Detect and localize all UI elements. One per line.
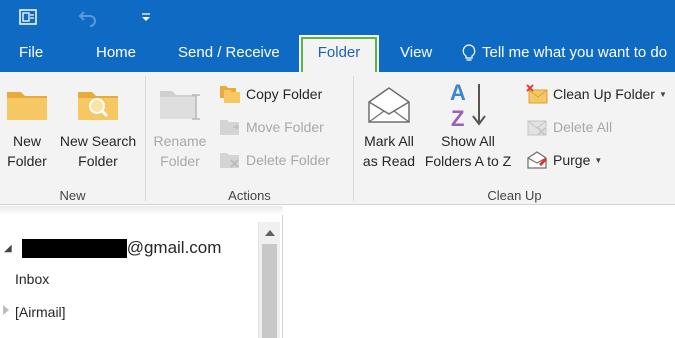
move-folder-icon [219, 116, 241, 138]
search-folder-icon [56, 78, 140, 130]
rename-folder-button[interactable]: Rename Folder [150, 78, 210, 171]
scrollbar-thumb[interactable] [262, 244, 277, 338]
group-label-new: New [59, 188, 86, 203]
show-all-label-2: Folders A to Z [424, 153, 512, 169]
open-envelope-icon [357, 78, 421, 130]
tab-folder[interactable]: Folder [299, 35, 379, 72]
move-folder-button[interactable]: Move Folder [219, 115, 324, 139]
account-header[interactable]: ◢ @gmail.com [4, 236, 221, 260]
active-tab-highlight [301, 37, 377, 72]
copy-folder-button[interactable]: Copy Folder [219, 82, 322, 106]
delete-folder-button[interactable]: Delete Folder [219, 148, 330, 172]
group-separator [353, 76, 354, 201]
undo-icon[interactable] [74, 0, 102, 33]
tab-file[interactable]: File [19, 33, 43, 72]
tab-view[interactable]: View [400, 33, 432, 72]
new-folder-button[interactable]: New Folder [2, 78, 52, 171]
rename-folder-icon [150, 78, 210, 130]
new-search-folder-label-1: New Search [59, 133, 137, 149]
new-search-folder-label-2: Folder [78, 153, 118, 169]
svg-text:Z: Z [451, 106, 464, 130]
move-folder-label: Move Folder [246, 119, 324, 135]
folder-pane-divider [0, 206, 283, 215]
copy-folder-icon [219, 83, 241, 105]
rename-folder-label-2: Folder [160, 153, 200, 169]
tab-home[interactable]: Home [96, 33, 136, 72]
title-bar [0, 0, 675, 33]
expand-triangle-icon[interactable] [3, 305, 9, 315]
folder-pane-scrollbar[interactable] [258, 222, 280, 338]
show-all-label-1: Show All [441, 133, 495, 149]
folder-item-inbox[interactable]: Inbox [15, 268, 49, 290]
clean-up-icon [526, 83, 548, 105]
purge-button[interactable]: Purge ▼ [526, 148, 602, 172]
ribbon: New Folder New Search Folder New Rename … [0, 72, 675, 205]
account-domain: @gmail.com [126, 238, 222, 257]
delete-all-label: Delete All [553, 119, 613, 135]
delete-all-icon [526, 116, 548, 138]
delete-folder-label: Delete Folder [246, 152, 331, 168]
show-all-folders-a-to-z-button[interactable]: A Z Show All Folders A to Z [420, 78, 516, 171]
scroll-up-arrow-icon[interactable] [259, 222, 280, 242]
new-folder-label-1: New [12, 133, 41, 149]
mark-all-as-read-button[interactable]: Mark All as Read [357, 78, 421, 171]
chevron-down-icon: ▼ [658, 89, 667, 99]
clean-up-folder-button[interactable]: Clean Up Folder ▼ [526, 82, 667, 106]
group-label-actions: Actions [228, 188, 271, 203]
new-folder-label-2: Folder [7, 153, 47, 169]
copy-folder-label: Copy Folder [246, 86, 323, 102]
delete-folder-icon [219, 149, 241, 171]
chevron-down-icon: ▼ [594, 155, 603, 165]
clean-up-folder-label: Clean Up Folder [553, 86, 655, 102]
new-search-folder-button[interactable]: New Search Folder [56, 78, 140, 171]
sort-a-to-z-icon: A Z [420, 78, 516, 130]
svg-text:A: A [450, 80, 466, 105]
tab-send-receive[interactable]: Send / Receive [178, 33, 280, 72]
tell-me-search[interactable]: Tell me what you want to do [462, 33, 667, 72]
collapse-triangle-icon[interactable]: ◢ [4, 243, 12, 254]
purge-icon [526, 149, 548, 171]
rename-folder-label-1: Rename [153, 133, 207, 149]
purge-label: Purge [553, 152, 591, 168]
mark-all-label-2: as Read [362, 153, 416, 169]
delete-all-button[interactable]: Delete All [526, 115, 612, 139]
folder-item-airmail[interactable]: [Airmail] [15, 301, 66, 323]
ribbon-tab-row: File Home Send / Receive Folder View Tel… [0, 33, 675, 72]
redacted-account-name [21, 238, 127, 258]
mark-all-label-1: Mark All [364, 133, 414, 149]
lightbulb-icon [462, 43, 476, 61]
outlook-app-icon[interactable] [14, 0, 42, 33]
customize-quick-access-icon[interactable] [134, 0, 158, 33]
group-label-clean-up: Clean Up [487, 188, 542, 203]
folder-icon [2, 78, 52, 130]
group-separator [145, 76, 146, 201]
tell-me-label: Tell me what you want to do [482, 44, 668, 61]
